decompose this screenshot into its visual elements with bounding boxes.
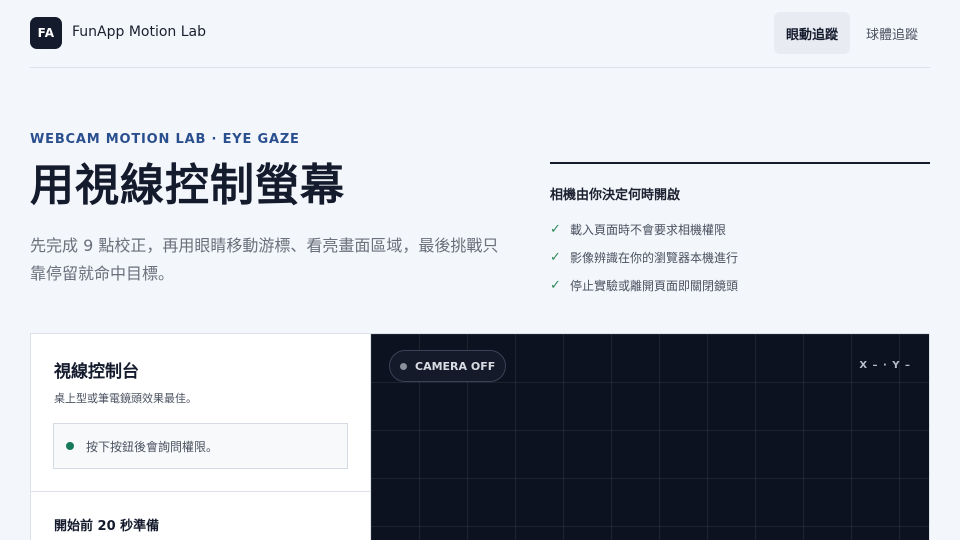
logo-badge[interactable]: FA — [30, 17, 62, 49]
privacy-title: 相機由你決定何時開啟 — [550, 188, 681, 203]
site-header: FA FunApp Motion Lab 眼動追蹤 球體追蹤 — [30, 0, 930, 68]
nav-eye-tracking[interactable]: 眼動追蹤 — [773, 12, 850, 54]
privacy-item-text: 停止實驗或離開頁面即關閉鏡頭 — [570, 278, 739, 293]
list-item: ✓ 停止實驗或離開頁面即關閉鏡頭 — [550, 271, 930, 299]
gaze-coords-readout: X – · Y – — [859, 360, 911, 371]
brand-name[interactable]: FunApp Motion Lab — [72, 24, 206, 40]
check-icon: ✓ — [550, 249, 561, 265]
privacy-info: 相機由你決定何時開啟 ✓ 載入頁面時不會要求相機權限 ✓ 影像辨識在你的瀏覽器本… — [550, 162, 930, 299]
list-item: ✓ 載入頁面時不會要求相機權限 — [550, 215, 930, 243]
camera-status-label: CAMERA OFF — [415, 359, 496, 373]
gaze-panel: 視線控制台 桌上型或筆電鏡頭效果最佳。 按下按鈕後會詢問權限。 開始前 20 秒… — [30, 333, 930, 540]
main-nav: 眼動追蹤 球體追蹤 — [773, 12, 930, 54]
eyebrow-label: WEBCAM MOTION LAB · EYE GAZE — [30, 132, 300, 147]
console-subtitle: 桌上型或筆電鏡頭效果最佳。 — [54, 392, 197, 405]
divider — [31, 491, 371, 492]
prep-heading: 開始前 20 秒準備 — [54, 519, 160, 534]
privacy-list: ✓ 載入頁面時不會要求相機權限 ✓ 影像辨識在你的瀏覽器本機進行 ✓ 停止實驗或… — [550, 215, 930, 299]
privacy-item-text: 影像辨識在你的瀏覽器本機進行 — [570, 250, 739, 265]
gaze-console: 視線控制台 桌上型或筆電鏡頭效果最佳。 按下按鈕後會詢問權限。 開始前 20 秒… — [31, 334, 371, 540]
list-item: ✓ 影像辨識在你的瀏覽器本機進行 — [550, 243, 930, 271]
camera-status-badge: CAMERA OFF — [389, 350, 507, 382]
privacy-item-text: 載入頁面時不會要求相機權限 — [570, 222, 727, 237]
hero-description: 先完成 9 點校正，再用眼睛移動游標、看亮畫面區域，最後挑戰只靠停留就命中目標。 — [30, 236, 499, 283]
status-box: 按下按鈕後會詢問權限。 — [53, 423, 348, 469]
status-text: 按下按鈕後會詢問權限。 — [86, 439, 219, 454]
camera-dot-icon — [400, 362, 407, 370]
page-title: 用視線控制螢幕 — [30, 160, 345, 211]
status-dot-icon — [66, 442, 74, 450]
camera-viewer[interactable]: CAMERA OFF X – · Y – — [371, 334, 929, 540]
check-icon: ✓ — [550, 277, 561, 293]
check-icon: ✓ — [550, 221, 561, 237]
console-title: 視線控制台 — [54, 362, 139, 382]
nav-ball-tracking[interactable]: 球體追蹤 — [854, 12, 930, 54]
